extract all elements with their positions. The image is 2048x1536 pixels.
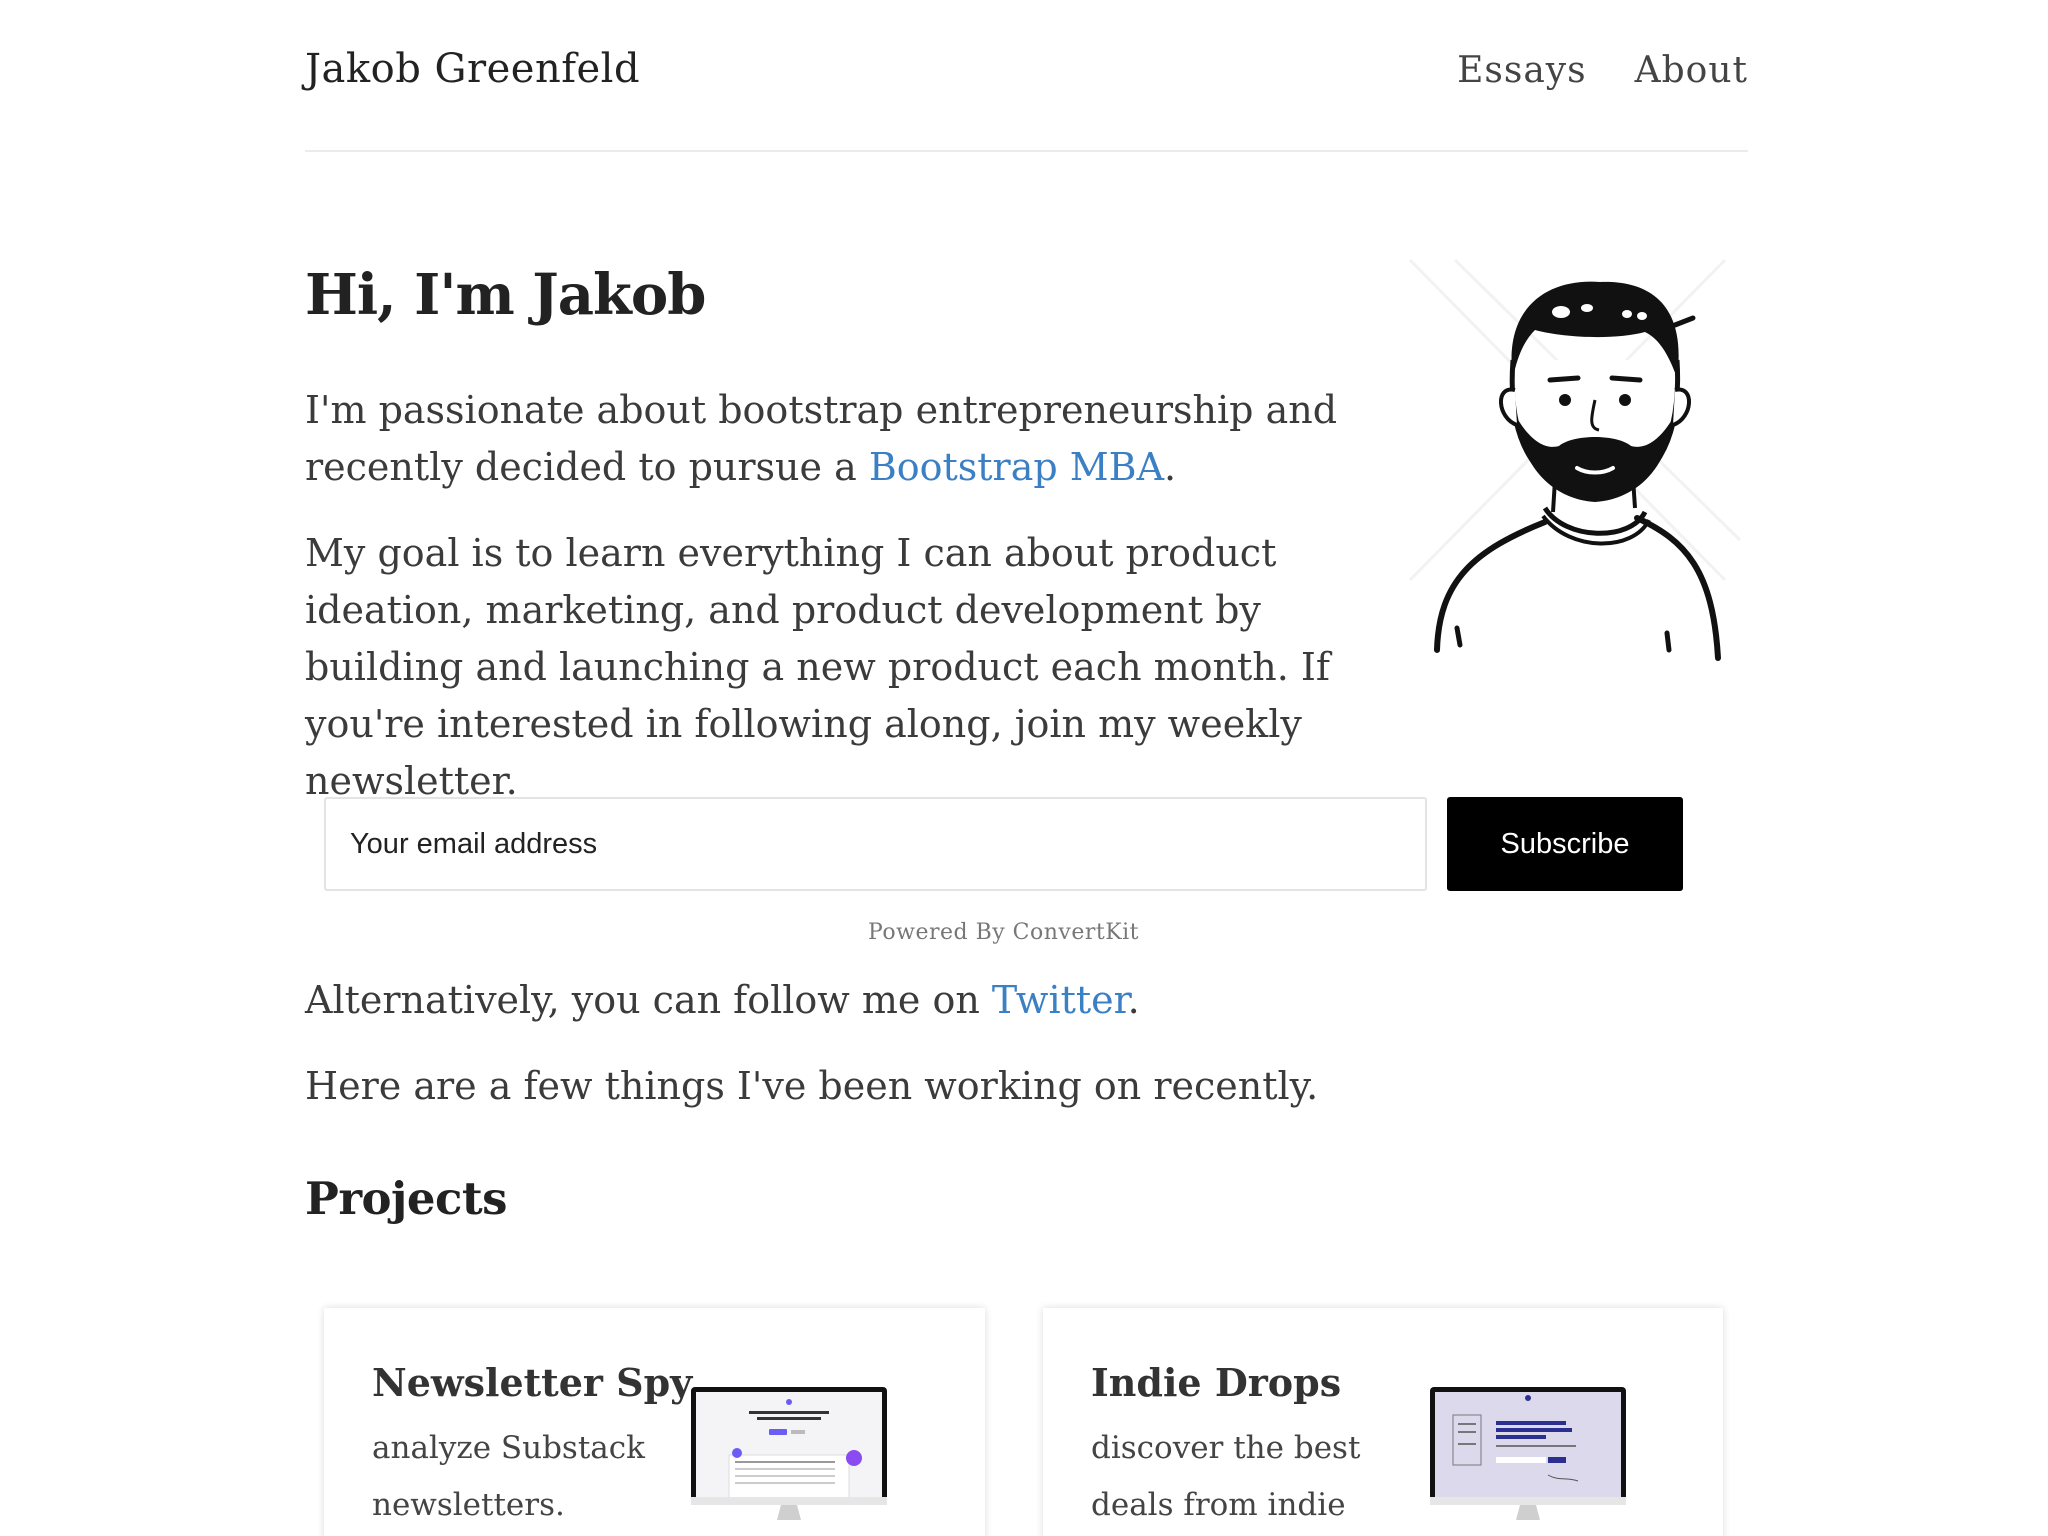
project-screenshot-image: [1430, 1387, 1626, 1520]
nav-essays[interactable]: Essays: [1457, 50, 1587, 91]
email-input[interactable]: [324, 797, 1427, 891]
project-card-newsletter-spy[interactable]: Newsletter Spy analyze Substack newslett…: [324, 1308, 985, 1536]
powered-by-convertkit-link[interactable]: Powered By ConvertKit: [324, 920, 1683, 945]
goal-paragraph: My goal is to learn everything I can abo…: [305, 531, 1330, 803]
project-screenshot-image: [691, 1387, 887, 1520]
avatar-illustration: [1408, 258, 1742, 661]
project-card-indie-drops[interactable]: Indie Drops discover the best deals from…: [1043, 1308, 1723, 1536]
recent-paragraph: Here are a few things I've been working …: [305, 1064, 1319, 1108]
project-title: Indie Drops: [1091, 1360, 1342, 1405]
nav-about[interactable]: About: [1635, 50, 1748, 91]
hero-title: Hi, I'm Jakob: [305, 262, 706, 328]
site-header: Jakob Greenfeld Essays About: [305, 0, 1748, 152]
project-description: analyze Substack newsletters.: [372, 1430, 645, 1523]
bootstrap-mba-link[interactable]: Bootstrap MBA: [869, 445, 1164, 489]
intro-end: .: [1164, 445, 1177, 489]
projects-heading: Projects: [305, 1172, 508, 1225]
twitter-link[interactable]: Twitter: [992, 978, 1128, 1022]
subscribe-button[interactable]: Subscribe: [1447, 797, 1683, 891]
main-nav: Essays About: [1457, 50, 1748, 91]
project-title: Newsletter Spy: [372, 1360, 693, 1405]
follow-text: Alternatively, you can follow me on: [305, 978, 992, 1022]
intro-paragraph: I'm passionate about bootstrap entrepren…: [305, 382, 1405, 496]
intro-text: I'm passionate about bootstrap entrepren…: [305, 388, 1338, 489]
follow-paragraph: Alternatively, you can follow me on Twit…: [305, 972, 1605, 1029]
follow-end: .: [1127, 978, 1140, 1022]
site-title-link[interactable]: Jakob Greenfeld: [305, 46, 640, 92]
project-description: discover the best deals from indie: [1091, 1430, 1361, 1523]
